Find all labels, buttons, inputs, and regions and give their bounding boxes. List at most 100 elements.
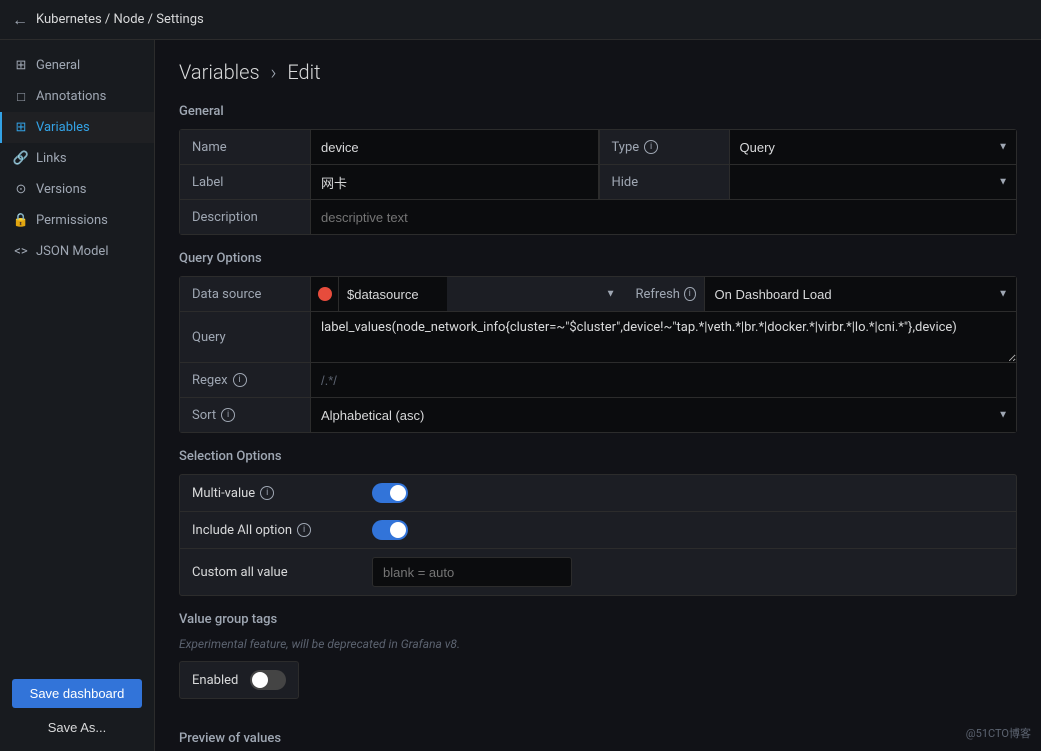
- refresh-info-icon[interactable]: i: [684, 287, 696, 301]
- regex-label: Regex i: [180, 363, 310, 397]
- datasource-refresh-row: Data source $datasource ▼ Refresh i: [180, 277, 1016, 312]
- json-icon: <>: [14, 245, 28, 259]
- refresh-select[interactable]: Never On Dashboard Load On Time Range Ch…: [704, 277, 1017, 311]
- sidebar-item-permissions[interactable]: 🔒 Permissions: [0, 205, 154, 236]
- save-as-button[interactable]: Save As...: [12, 714, 142, 741]
- hide-select[interactable]: Label Variable: [729, 165, 1017, 199]
- sidebar-item-label: Permissions: [36, 213, 108, 228]
- name-type-row: Name Type i Query Custom Text box Consta…: [180, 130, 1016, 165]
- multivalue-toggle[interactable]: [372, 483, 408, 503]
- vgt-enabled-label: Enabled: [192, 673, 238, 688]
- prometheus-dot: [318, 287, 332, 301]
- vgt-row: Enabled: [180, 662, 298, 698]
- page-title: Variables › Edit: [179, 60, 1017, 84]
- query-textarea[interactable]: label_values(node_network_info{cluster=~…: [310, 312, 1016, 362]
- permissions-icon: 🔒: [14, 214, 28, 228]
- sort-select[interactable]: Disabled Alphabetical (asc) Alphabetical…: [311, 398, 1016, 432]
- description-label: Description: [180, 200, 310, 234]
- selection-options-title: Selection Options: [179, 449, 1017, 464]
- sidebar-item-label: Annotations: [36, 89, 106, 104]
- sort-info-icon[interactable]: i: [221, 408, 235, 422]
- datasource-select-wrapper: $datasource ▼: [339, 277, 624, 311]
- label-input[interactable]: [310, 165, 598, 199]
- sidebar-item-label: Variables: [36, 120, 90, 135]
- refresh-select-wrapper: Never On Dashboard Load On Time Range Ch…: [704, 277, 1017, 311]
- type-select-wrapper: Query Custom Text box Constant DataSourc…: [729, 130, 1017, 164]
- multivalue-row: Multi-value i: [180, 475, 1016, 512]
- refresh-label: Refresh i: [624, 277, 704, 311]
- preview-title: Preview of values: [179, 731, 1017, 746]
- topbar-title: Kubernetes / Node / Settings: [36, 12, 204, 27]
- multivalue-toggle-wrapper: [372, 483, 1004, 503]
- vgt-enabled-row: Enabled: [179, 661, 299, 699]
- sidebar-item-variables[interactable]: ⊞ Variables: [0, 112, 154, 143]
- type-label: Type i: [599, 130, 729, 164]
- query-options-title: Query Options: [179, 251, 1017, 266]
- sidebar-item-general[interactable]: ⊞ General: [0, 50, 154, 81]
- watermark: @51CTO博客: [966, 725, 1031, 741]
- general-section-title: General: [179, 104, 1017, 119]
- sidebar-item-label: Versions: [36, 182, 86, 197]
- sort-select-wrapper: Disabled Alphabetical (asc) Alphabetical…: [310, 398, 1016, 432]
- include-all-row: Include All option i: [180, 512, 1016, 549]
- name-field-group: Name: [180, 130, 599, 164]
- regex-input[interactable]: [310, 363, 1016, 397]
- variables-icon: ⊞: [14, 121, 28, 135]
- type-select[interactable]: Query Custom Text box Constant DataSourc…: [729, 130, 1017, 164]
- sidebar-item-label: JSON Model: [36, 244, 108, 259]
- datasource-wrapper: $datasource ▼: [310, 277, 624, 311]
- selection-options-form: Multi-value i Include All option i: [179, 474, 1017, 596]
- custom-all-input-wrapper: [372, 557, 1004, 587]
- hide-field-group: Hide Label Variable ▼: [599, 165, 1017, 199]
- back-button[interactable]: ←: [12, 10, 28, 30]
- hide-label: Hide: [599, 165, 729, 199]
- name-input[interactable]: [310, 130, 598, 164]
- label-field-group: Label: [180, 165, 599, 199]
- versions-icon: ⊙: [14, 183, 28, 197]
- label-hide-row: Label Hide Label Variable ▼: [180, 165, 1016, 200]
- vgt-enabled-toggle[interactable]: [250, 670, 286, 690]
- custom-all-input[interactable]: [372, 557, 572, 587]
- regex-info-icon[interactable]: i: [233, 373, 247, 387]
- multivalue-info-icon[interactable]: i: [260, 486, 274, 500]
- sidebar-item-annotations[interactable]: □ Annotations: [0, 81, 154, 112]
- query-row: Query label_values(node_network_info{clu…: [180, 312, 1016, 363]
- name-label: Name: [180, 130, 310, 164]
- main-content: Variables › Edit General Name Type i: [155, 40, 1041, 751]
- sidebar-item-json-model[interactable]: <> JSON Model: [0, 236, 154, 267]
- sidebar: ⊞ General □ Annotations ⊞ Variables 🔗 Li…: [0, 40, 155, 751]
- sidebar-item-versions[interactable]: ⊙ Versions: [0, 174, 154, 205]
- sort-row: Sort i Disabled Alphabetical (asc) Alpha…: [180, 398, 1016, 432]
- sidebar-item-label: Links: [36, 151, 67, 166]
- links-icon: 🔗: [14, 152, 28, 166]
- include-all-info-icon[interactable]: i: [297, 523, 311, 537]
- value-group-tags-section: Experimental feature, will be deprecated…: [179, 637, 1017, 715]
- sidebar-item-label: General: [36, 58, 80, 73]
- hide-select-wrapper: Label Variable ▼: [729, 165, 1017, 199]
- value-group-tags-title: Value group tags: [179, 612, 1017, 627]
- type-info-icon[interactable]: i: [644, 140, 658, 154]
- annotations-icon: □: [14, 90, 28, 104]
- query-label: Query: [180, 312, 310, 362]
- save-dashboard-button[interactable]: Save dashboard: [12, 679, 142, 708]
- datasource-select[interactable]: $datasource: [339, 277, 447, 311]
- vgt-subtitle: Experimental feature, will be deprecated…: [179, 637, 1017, 651]
- include-all-toggle-wrapper: [372, 520, 1004, 540]
- description-input[interactable]: [310, 200, 1016, 234]
- custom-all-label: Custom all value: [192, 565, 372, 580]
- datasource-icon: [311, 277, 339, 311]
- topbar: ← Kubernetes / Node / Settings: [0, 0, 1041, 40]
- include-all-toggle[interactable]: [372, 520, 408, 540]
- type-field-group: Type i Query Custom Text box Constant Da…: [599, 130, 1017, 164]
- general-icon: ⊞: [14, 59, 28, 73]
- include-all-label: Include All option i: [192, 523, 372, 538]
- query-options-form: Data source $datasource ▼ Refresh i: [179, 276, 1017, 433]
- description-row: Description: [180, 200, 1016, 234]
- datasource-arrow: ▼: [606, 289, 616, 300]
- label-label: Label: [180, 165, 310, 199]
- sidebar-item-links[interactable]: 🔗 Links: [0, 143, 154, 174]
- general-form: Name Type i Query Custom Text box Consta…: [179, 129, 1017, 235]
- sort-label: Sort i: [180, 398, 310, 432]
- datasource-label: Data source: [180, 277, 310, 311]
- sidebar-actions: Save dashboard Save As...: [0, 669, 154, 751]
